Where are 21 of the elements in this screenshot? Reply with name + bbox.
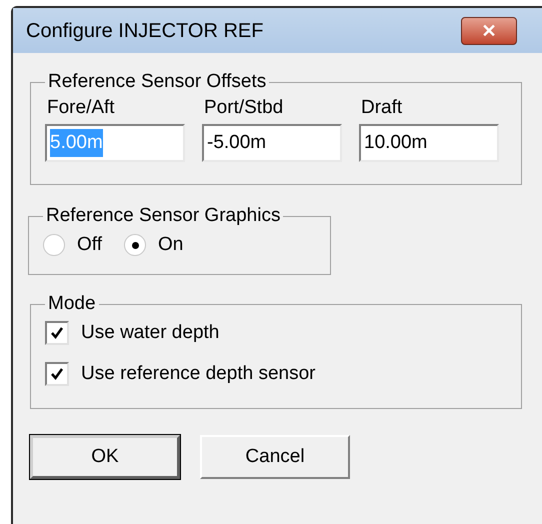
group-title: Mode — [47, 293, 97, 315]
radio-button[interactable] — [124, 234, 146, 256]
group-title: Reference Sensor Graphics — [45, 205, 282, 227]
checkbox[interactable] — [45, 321, 69, 346]
group-title: Reference Sensor Offsets — [47, 71, 268, 93]
radio-button[interactable] — [43, 234, 65, 256]
checkbox-label: Use reference depth sensor — [81, 362, 316, 386]
field-label: Draft — [360, 97, 404, 119]
input-field[interactable]: 10.00m — [359, 124, 499, 162]
window-title: Configure INJECTOR REF — [26, 18, 264, 44]
dialog-button[interactable]: OK — [30, 435, 180, 479]
radio-option[interactable]: Off — [43, 231, 102, 260]
checkbox[interactable] — [45, 362, 69, 386]
radio-option[interactable]: On — [124, 231, 184, 260]
input-field[interactable]: -5.00m — [202, 124, 342, 162]
dialog-button[interactable]: Cancel — [200, 435, 350, 479]
check-icon — [50, 326, 64, 340]
field-label: Port/Stbd — [203, 97, 284, 119]
field-label: Fore/Aft — [46, 97, 116, 119]
checkbox-label: Use water depth — [81, 321, 220, 345]
check-icon — [50, 366, 64, 381]
